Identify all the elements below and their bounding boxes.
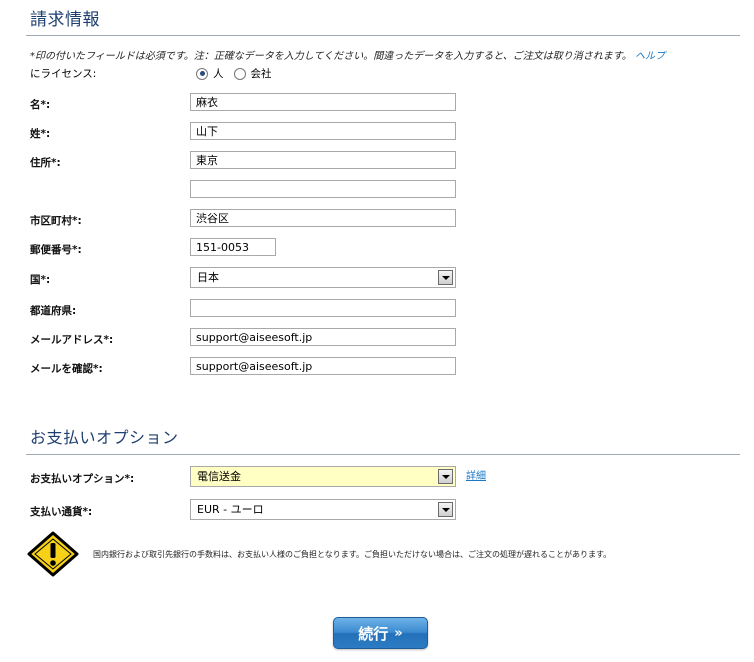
billing-divider xyxy=(26,35,740,36)
double-chevron-right-icon: » xyxy=(394,625,403,641)
chevron-down-icon[interactable] xyxy=(438,502,453,517)
payment-option-value: 電信送金 xyxy=(197,470,241,483)
required-notice: *印の付いたフィールドは必須です。注：正確なデータを入力してください。間違ったデ… xyxy=(30,47,665,62)
country-label: 国*: xyxy=(30,274,51,286)
country-select-value: 日本 xyxy=(197,271,219,284)
address-label: 住所*: xyxy=(30,157,61,169)
address-input[interactable] xyxy=(190,151,456,169)
address-line2-input[interactable] xyxy=(190,180,456,198)
continue-button[interactable]: 続行 » xyxy=(333,617,428,649)
payment-option-select[interactable]: 電信送金 xyxy=(190,466,456,487)
required-notice-text: *印の付いたフィールドは必須です。注：正確なデータを入力してください。間違ったデ… xyxy=(30,51,632,62)
postal-code-input[interactable] xyxy=(190,238,276,256)
payment-section-title: お支払いオプション xyxy=(30,428,179,447)
license-company-radio[interactable] xyxy=(233,67,246,80)
help-link[interactable]: ヘルプ xyxy=(635,51,665,62)
country-select[interactable]: 日本 xyxy=(190,267,456,288)
first-name-label: 名*: xyxy=(30,99,51,111)
currency-select-value: EUR - ユーロ xyxy=(197,503,264,516)
last-name-input[interactable] xyxy=(190,122,456,140)
details-link[interactable]: 詳細 xyxy=(466,467,486,482)
license-radio-group: 人 会社 xyxy=(196,66,282,81)
city-input[interactable] xyxy=(190,209,456,227)
billing-section-title: 請求情報 xyxy=(30,10,100,30)
first-name-input[interactable] xyxy=(190,93,456,111)
chevron-down-icon[interactable] xyxy=(438,469,453,484)
license-company-label: 会社 xyxy=(250,68,272,80)
email-confirm-input[interactable] xyxy=(190,357,456,375)
email-input[interactable] xyxy=(190,328,456,346)
prefecture-label: 都道府県: xyxy=(30,305,77,317)
city-label: 市区町村*: xyxy=(30,215,82,227)
continue-button-label: 続行 xyxy=(358,624,389,643)
chevron-down-icon[interactable] xyxy=(438,270,453,285)
postal-code-label: 郵便番号*: xyxy=(30,244,82,256)
email-confirm-label: メールを確認*: xyxy=(30,363,103,375)
currency-select[interactable]: EUR - ユーロ xyxy=(190,499,456,520)
license-individual-radio[interactable] xyxy=(196,67,208,80)
email-label: メールアドレス*: xyxy=(30,334,114,346)
prefecture-input[interactable] xyxy=(190,299,456,317)
payment-option-label: お支払いオプション*: xyxy=(30,473,135,485)
currency-label: 支払い通貨*: xyxy=(30,506,93,518)
payment-divider xyxy=(26,454,740,455)
last-name-label: 姓*: xyxy=(30,128,51,140)
license-individual-label: 人 xyxy=(213,68,224,80)
fee-warning-text: 国内銀行および取引先銀行の手数料は、お支払い人様のご負担となります。ご負担いただ… xyxy=(93,550,612,559)
warning-icon xyxy=(27,531,79,577)
license-label: にライセンス: xyxy=(30,68,97,80)
